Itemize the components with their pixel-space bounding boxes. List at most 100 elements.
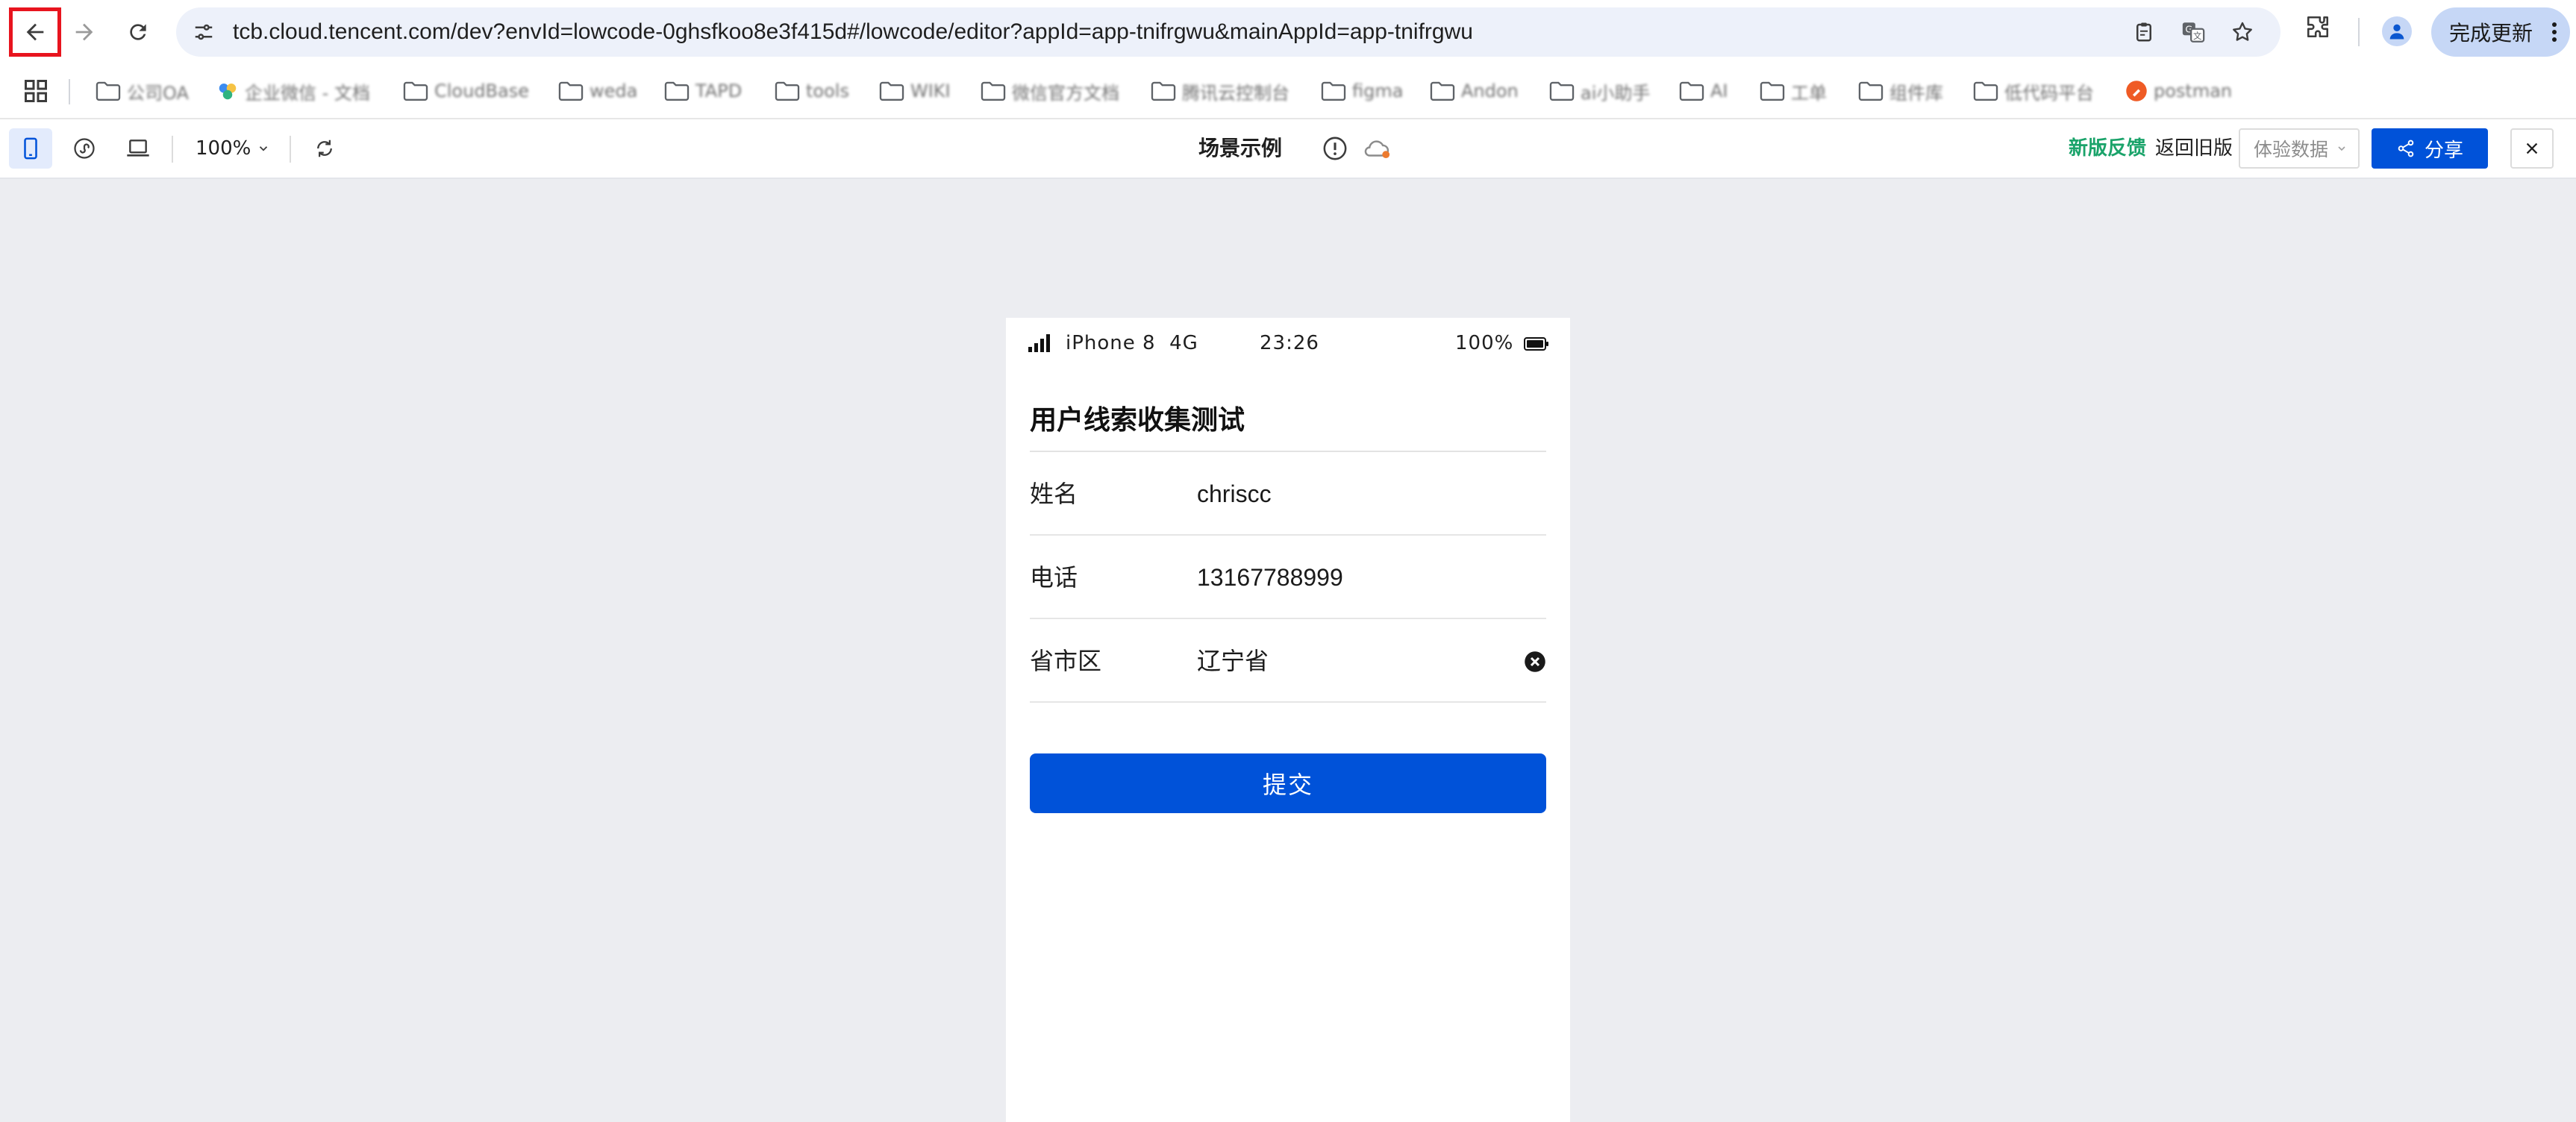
folder-icon (403, 81, 428, 101)
reload-button[interactable] (116, 10, 160, 54)
zoom-value: 100% (196, 137, 251, 160)
signal-icon (1028, 334, 1050, 352)
close-icon (2526, 142, 2538, 154)
bookmark-label: WIKI (910, 81, 951, 101)
region-picker[interactable]: 辽宁省 (1197, 619, 1269, 703)
cloud-sync-icon[interactable] (1363, 137, 1391, 160)
extensions-icon[interactable] (2303, 12, 2333, 42)
folder-icon (1973, 81, 1998, 101)
bookmark-label: CloudBase (434, 81, 529, 101)
miniprogram-icon (74, 138, 95, 159)
update-button-label: 完成更新 (2449, 21, 2533, 46)
forward-button[interactable] (63, 10, 106, 54)
desktop-view-button[interactable] (116, 128, 160, 169)
site-settings-icon[interactable] (190, 18, 218, 46)
mobile-view-button[interactable] (9, 128, 52, 169)
phone-input[interactable]: 13167788999 (1197, 536, 1343, 619)
reload-icon (130, 24, 146, 40)
editor-toolbar: 100% 场景示例 新版反馈 返回旧版 体验数据 分享 (0, 118, 2576, 179)
battery-percent: 100% (1455, 332, 1514, 354)
battery-icon (1524, 337, 1548, 351)
folder-icon (1679, 81, 1704, 101)
form-row-name: 姓名 chriscc (1030, 452, 1546, 536)
info-icon[interactable] (1322, 136, 1348, 161)
bookmark-item[interactable]: 腾讯云控制台 (1151, 78, 1289, 104)
profile-icon[interactable] (2382, 16, 2412, 46)
bookmark-item[interactable]: postman (2125, 78, 2232, 104)
experience-data-select[interactable]: 体验数据 (2239, 128, 2360, 169)
folder-icon (664, 81, 690, 101)
feedback-link[interactable]: 新版反馈 (2069, 119, 2146, 178)
wecom-icon (219, 84, 237, 100)
phone-label: 电话 (1030, 563, 1078, 592)
mobile-icon (24, 137, 37, 160)
bookmark-item[interactable]: 微信官方文档 (981, 78, 1119, 104)
bookmark-item[interactable]: 低代码平台 (1973, 78, 2094, 104)
bookmark-item[interactable]: 组件库 (1858, 78, 1943, 104)
folder-icon (1430, 81, 1455, 101)
bookmarks-divider (69, 79, 70, 104)
chevron-down-icon (260, 146, 268, 151)
folder-icon (558, 81, 584, 101)
bookmark-item[interactable]: tools (775, 78, 849, 104)
bookmark-label: 公司OA (127, 82, 189, 104)
bookmark-item[interactable]: 公司OA (96, 78, 189, 104)
submit-button[interactable]: 提交 (1030, 753, 1546, 813)
folder-icon (981, 81, 1006, 101)
folder-icon (1321, 81, 1346, 101)
chevron-down-icon (2338, 146, 2345, 151)
star-icon[interactable] (2228, 18, 2257, 46)
region-label: 省市区 (1030, 647, 1102, 675)
share-button-label: 分享 (2424, 139, 2463, 162)
miniprogram-view-button[interactable] (63, 128, 106, 169)
bookmark-item[interactable]: Andon (1430, 78, 1519, 104)
refresh-preview-button[interactable] (303, 128, 346, 169)
bookmark-item[interactable]: ai小助手 (1549, 78, 1650, 104)
back-to-old-version-link[interactable]: 返回旧版 (2155, 119, 2233, 178)
bookmark-item[interactable]: CloudBase (403, 78, 529, 104)
folder-icon (879, 81, 904, 101)
bookmark-label: TAPD (695, 81, 743, 101)
update-button[interactable]: 完成更新 (2431, 7, 2570, 57)
bookmark-label: 微信官方文档 (1012, 82, 1119, 104)
bookmark-label: 低代码平台 (2004, 82, 2094, 104)
browser-toolbar: tcb.cloud.tencent.com/dev?envId=lowcode-… (0, 0, 2576, 64)
apps-grid-icon[interactable] (22, 78, 49, 104)
folder-icon (1760, 81, 1785, 101)
phone-preview: iPhone 8 4G 23:26 100% 用户线索收集测试 姓名 chris… (1006, 318, 1570, 1122)
bookmark-label: Andon (1461, 81, 1519, 101)
bookmark-item[interactable]: weda (558, 78, 637, 104)
postman-icon (2126, 81, 2147, 101)
share-button[interactable]: 分享 (2372, 128, 2488, 169)
bookmark-item[interactable]: TAPD (664, 78, 742, 104)
bookmark-label: 工单 (1791, 82, 1827, 104)
form-title: 用户线索收集测试 (1030, 405, 1245, 436)
clear-icon[interactable] (1524, 651, 1546, 673)
bookmark-label: ai小助手 (1581, 82, 1651, 104)
name-label: 姓名 (1030, 480, 1078, 508)
svg-text:文: 文 (2193, 31, 2201, 41)
bookmark-label: postman (2154, 81, 2233, 101)
bookmark-item[interactable]: 企业微信 - 文档 (216, 78, 370, 104)
bookmark-item[interactable]: WIKI (879, 78, 951, 104)
bookmark-label: tools (806, 81, 849, 101)
form-row-region: 省市区 辽宁省 (1030, 619, 1546, 703)
bookmark-item[interactable]: AI (1679, 78, 1728, 104)
close-editor-button[interactable] (2510, 128, 2554, 169)
bookmark-label: 企业微信 - 文档 (245, 82, 370, 104)
name-input[interactable]: chriscc (1197, 452, 1272, 536)
bookmark-item[interactable]: 工单 (1760, 78, 1827, 104)
url-text[interactable]: tcb.cloud.tencent.com/dev?envId=lowcode-… (233, 7, 1473, 57)
address-bar[interactable]: tcb.cloud.tencent.com/dev?envId=lowcode-… (176, 7, 2280, 57)
bookmark-item[interactable]: figma (1321, 78, 1403, 104)
translate-icon[interactable]: G文 (2179, 18, 2207, 46)
folder-icon (1549, 81, 1575, 101)
phone-status-bar: iPhone 8 4G 23:26 100% (1006, 318, 1570, 369)
form-row-phone: 电话 13167788999 (1030, 536, 1546, 619)
clipboard-icon[interactable] (2130, 18, 2158, 46)
folder-icon (1858, 81, 1883, 101)
folder-icon (775, 81, 800, 101)
status-time: 23:26 (1260, 332, 1319, 354)
back-button[interactable] (9, 7, 61, 57)
zoom-select[interactable]: 100% (196, 128, 270, 169)
